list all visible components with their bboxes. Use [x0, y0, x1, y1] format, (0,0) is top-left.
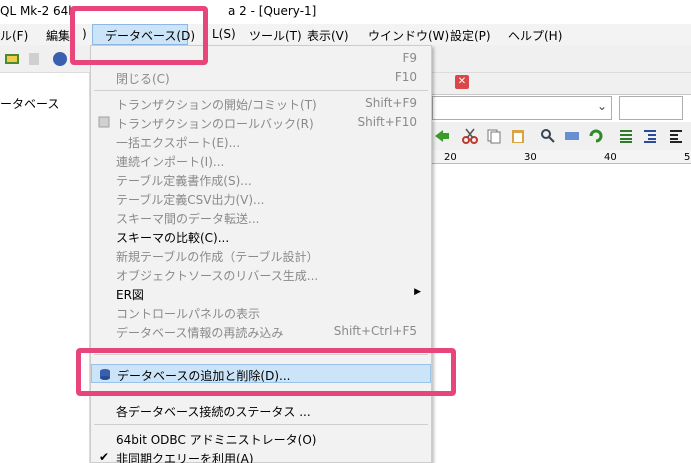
- menu-item-label: 閉じる(C): [116, 72, 170, 86]
- menu-item-async-query[interactable]: ✔ 非同期クエリーを利用(A): [91, 448, 431, 463]
- title-bar: QL Mk-2 64b a 2 - [Query-1]: [0, 0, 691, 24]
- menu-item-table-definition-doc[interactable]: テーブル定義書作成(S)...: [91, 170, 431, 189]
- connect-icon[interactable]: [4, 51, 20, 67]
- schema-combo[interactable]: ⌄: [432, 96, 612, 120]
- menu-item-rollback[interactable]: トランザクションのロールバック(R) Shift+F10: [91, 113, 431, 132]
- menu-item-serial-import[interactable]: 連続インポート(I)...: [91, 151, 431, 170]
- menu-item-connection-status[interactable]: 各データベース接続のステータス ...: [91, 401, 431, 420]
- database-tree-pane: ータベース: [0, 73, 90, 463]
- menu-separator: [94, 354, 428, 355]
- database-icon: [100, 369, 110, 380]
- menu-file[interactable]: ル(F): [0, 27, 28, 44]
- menu-item-label: 64bit ODBC アドミニストレータ(O): [116, 433, 317, 447]
- menu-edit[interactable]: 編集: [46, 27, 70, 44]
- menu-item-control-panel[interactable]: コントロールパネルの表示: [91, 303, 431, 322]
- submenu-arrow-icon: ▶: [414, 287, 421, 297]
- paste-icon[interactable]: [510, 128, 526, 144]
- menu-s[interactable]: L(S): [212, 27, 236, 41]
- database-pane-label: ータベース: [0, 97, 60, 111]
- menu-window[interactable]: ウインドウ(W): [368, 27, 449, 44]
- menu-help[interactable]: ヘルプ(H): [508, 27, 562, 44]
- menu-item-label: テーブル定義書作成(S)...: [116, 174, 252, 188]
- menu-item-shortcut: Shift+Ctrl+F5: [333, 324, 417, 338]
- chevron-down-icon: ⌄: [596, 99, 607, 113]
- menu-fragment[interactable]: ): [82, 27, 87, 41]
- menu-item-shortcut: Shift+F10: [357, 115, 417, 129]
- column-ruler: 20 30 40 5: [432, 150, 691, 164]
- menu-item-close[interactable]: 閉じる(C) F10: [91, 68, 431, 87]
- database-icon[interactable]: [52, 51, 68, 67]
- replace-icon[interactable]: [564, 128, 580, 144]
- menu-item-add-remove-database[interactable]: データベースの追加と削除(D)...: [91, 364, 431, 383]
- refresh-icon[interactable]: [588, 128, 604, 144]
- menu-item-label: トランザクションのロールバック(R): [116, 117, 314, 131]
- rollback-icon: [98, 116, 110, 128]
- menu-separator: [94, 90, 428, 91]
- menu-settings[interactable]: 設定(P): [450, 27, 491, 44]
- menu-database[interactable]: データベース(D): [92, 24, 195, 45]
- menu-item-label: 各データベース接続のステータス ...: [116, 405, 311, 419]
- menu-item-begin-commit[interactable]: トランザクションの開始/コミット(T) Shift+F9: [91, 94, 431, 113]
- disconnect-icon[interactable]: [26, 51, 42, 67]
- editor-toolbar: [432, 122, 691, 150]
- menu-item-schema-transfer[interactable]: スキーマ間のデータ転送...: [91, 208, 431, 227]
- menu-item-shortcut: F9: [402, 51, 417, 65]
- menu-tools[interactable]: ツール(T): [249, 27, 302, 44]
- window-title-right: a 2 - [Query-1]: [228, 4, 317, 18]
- align-icon[interactable]: [618, 128, 634, 144]
- menu-item-label: テーブル定義CSV出力(V)...: [116, 193, 265, 207]
- query-tab-strip: ✕: [432, 73, 691, 95]
- menu-display[interactable]: 表示(V): [307, 27, 349, 44]
- menu-item-schema-compare[interactable]: スキーマの比較(C)...: [91, 227, 431, 246]
- menu-item-new-table[interactable]: 新規テーブルの作成（テーブル設計）: [91, 246, 431, 265]
- menu-item-reload-db-info[interactable]: データベース情報の再読み込み Shift+Ctrl+F5: [91, 322, 431, 341]
- menu-item-shortcut: F10: [394, 70, 417, 84]
- menu-separator: [94, 424, 428, 425]
- database-menu-dropdown: F9 閉じる(C) F10 トランザクションの開始/コミット(T) Shift+…: [90, 45, 432, 463]
- indent-icon[interactable]: [642, 128, 658, 144]
- menu-item-label: コントロールパネルの表示: [116, 307, 261, 321]
- menu-item-label: 一括エクスポート(E)...: [116, 136, 241, 150]
- menu-item-label: データベースの追加と削除(D)...: [117, 369, 291, 383]
- cut-icon[interactable]: [462, 128, 478, 144]
- menu-item-odbc-admin[interactable]: 64bit ODBC アドミニストレータ(O): [91, 429, 431, 448]
- menu-item-label: ER図: [116, 288, 144, 302]
- outdent-icon[interactable]: [668, 128, 684, 144]
- copy-icon[interactable]: [486, 128, 502, 144]
- checkmark-icon: ✔: [99, 450, 110, 463]
- ruler-label: 5: [684, 152, 691, 163]
- menu-item-bulk-export[interactable]: 一括エクスポート(E)...: [91, 132, 431, 151]
- ruler-label: 30: [524, 152, 537, 163]
- run-arrow-icon[interactable]: [434, 128, 450, 144]
- menu-item-label: データベース情報の再読み込み: [116, 326, 284, 340]
- menu-item-table-definition-csv[interactable]: テーブル定義CSV出力(V)...: [91, 189, 431, 208]
- window-title-left: QL Mk-2 64b: [0, 4, 76, 18]
- menu-item-er-diagram[interactable]: ER図 ▶: [91, 284, 431, 303]
- menu-item-label: 非同期クエリーを利用(A): [116, 452, 254, 463]
- row-count-input[interactable]: [619, 96, 683, 120]
- menu-item-label: 新規テーブルの作成（テーブル設計）: [116, 250, 319, 264]
- menu-item-label: 連続インポート(I)...: [116, 155, 225, 169]
- ruler-label: 20: [444, 152, 457, 163]
- sql-editor[interactable]: [432, 164, 691, 463]
- menu-item-label: スキーマ間のデータ転送...: [116, 212, 260, 226]
- close-tab-icon[interactable]: ✕: [455, 75, 469, 89]
- menu-item-reverse-source[interactable]: オブジェクトソースのリバース生成...: [91, 265, 431, 284]
- find-icon[interactable]: [540, 128, 556, 144]
- menu-bar: ル(F) 編集 ) データベース(D) L(S) ツール(T) 表示(V) ウイ…: [0, 24, 691, 45]
- menu-item-label: スキーマの比較(C)...: [116, 231, 230, 245]
- ruler-label: 40: [604, 152, 617, 163]
- menu-item-label: オブジェクトソースのリバース生成...: [116, 269, 319, 283]
- menu-separator: [94, 395, 428, 396]
- menu-item-label: トランザクションの開始/コミット(T): [116, 98, 317, 112]
- menu-item-shortcut: Shift+F9: [365, 96, 417, 110]
- menu-item-open[interactable]: F9: [91, 49, 431, 68]
